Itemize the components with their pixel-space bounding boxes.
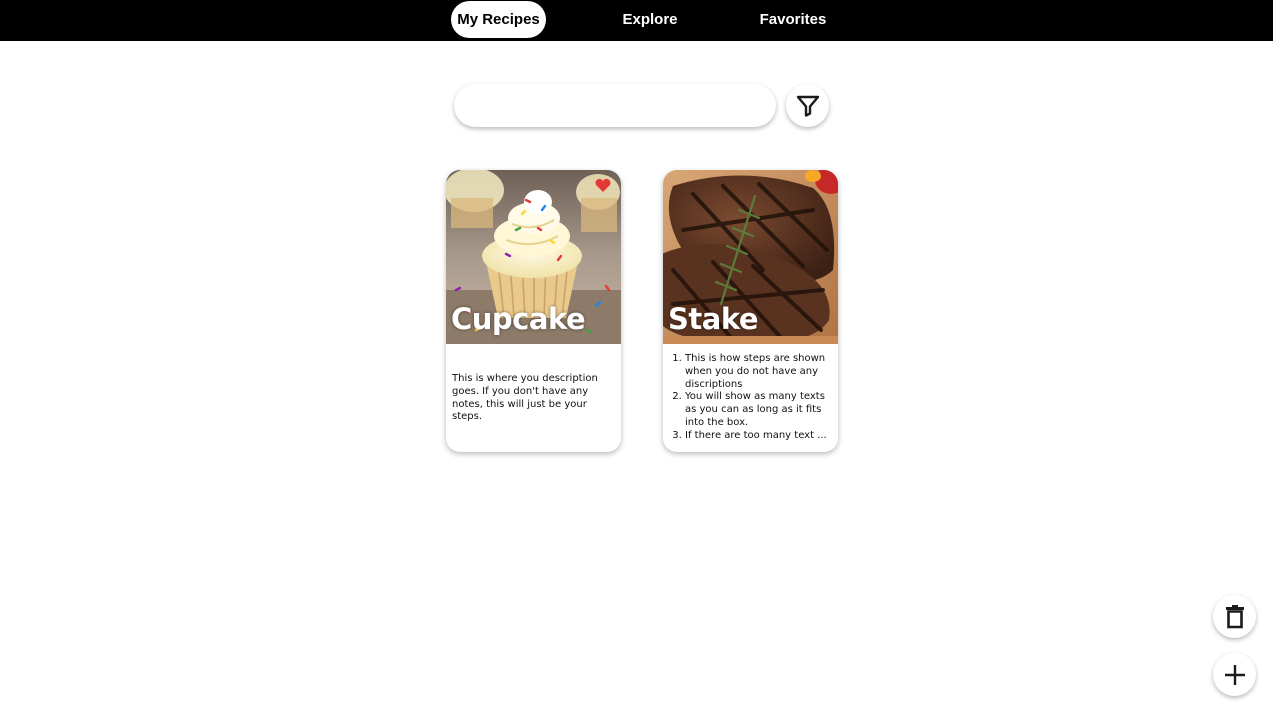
heart-icon[interactable] — [595, 178, 611, 192]
recipe-image-cupcake: Cupcake — [446, 170, 621, 344]
recipe-step: You will show as many texts as you can a… — [685, 391, 833, 429]
filter-icon — [796, 95, 819, 117]
recipe-step: This is how steps are shown when you do … — [685, 353, 833, 391]
recipe-description: This is where you description goes. If y… — [452, 373, 598, 423]
search-input[interactable] — [454, 84, 776, 127]
recipe-title: Cupcake — [451, 302, 586, 336]
top-nav: My Recipes Explore Favorites — [0, 0, 1273, 41]
recipe-image-stake: Stake — [663, 170, 838, 344]
recipe-card-cupcake[interactable]: Cupcake This is where you description go… — [446, 170, 621, 452]
trash-icon — [1225, 604, 1244, 628]
plus-icon — [1224, 664, 1245, 685]
recipe-card-stake[interactable]: Stake This is how steps are shown when y… — [663, 170, 838, 452]
recipe-step: If there are too many text ... — [685, 430, 833, 443]
add-button[interactable] — [1213, 653, 1256, 696]
delete-button[interactable] — [1213, 595, 1256, 638]
filter-button[interactable] — [786, 84, 829, 127]
recipe-steps: This is how steps are shown when you do … — [669, 353, 833, 443]
tab-favorites[interactable]: Favorites — [751, 1, 835, 38]
recipe-title: Stake — [668, 302, 759, 336]
tab-explore[interactable]: Explore — [612, 1, 688, 38]
tab-my-recipes[interactable]: My Recipes — [451, 1, 546, 38]
